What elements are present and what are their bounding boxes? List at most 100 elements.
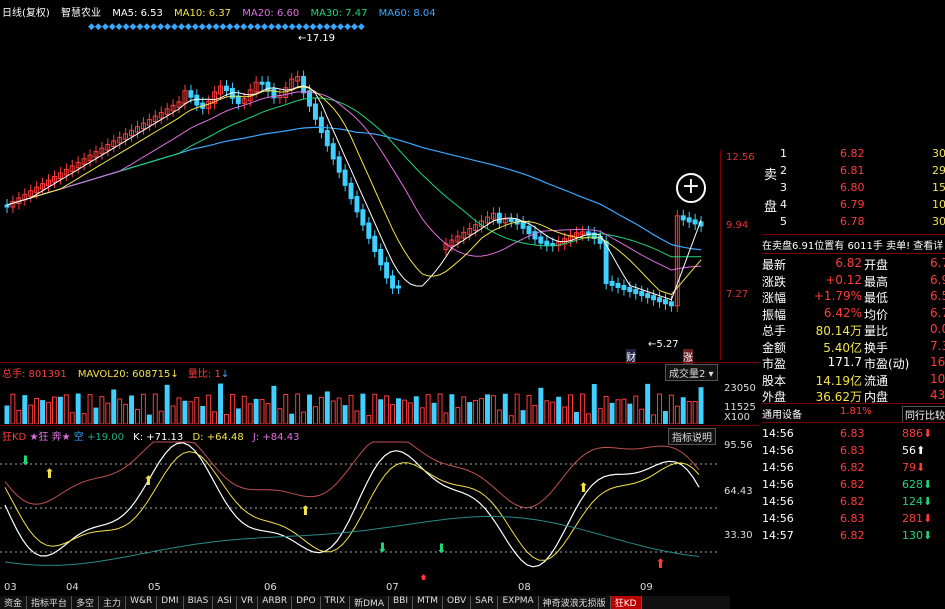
- candle-body: [312, 103, 318, 120]
- order-book-row[interactable]: 1 6.82 30: [762, 147, 945, 163]
- volume-bar: [437, 393, 443, 424]
- volume-bar: [413, 396, 419, 424]
- volume-bar: [87, 394, 93, 424]
- ma60-line: [6, 126, 702, 251]
- quote-label: 换手: [864, 340, 889, 355]
- volume-indicator-dropdown[interactable]: 成交量2 ▾: [665, 364, 718, 381]
- tick-volume: 56⬆: [902, 444, 926, 457]
- indicator-tab[interactable]: SAR: [471, 596, 499, 609]
- quote-value: 43.5: [930, 388, 945, 402]
- volume-bar: [57, 396, 63, 424]
- quote-label: 最低: [864, 291, 889, 305]
- volume-bar: [621, 398, 627, 424]
- order-book-row[interactable]: 4 6.79 10: [762, 198, 945, 214]
- volume-bar: [520, 410, 526, 424]
- zoom-plus-icon[interactable]: +: [676, 173, 706, 203]
- volume-bar: [63, 394, 69, 424]
- kd-chart[interactable]: ⬇ ⬆ ⬆ ⬆ ⬇ ⬇ ⬆ ⬆ ⬆: [0, 440, 720, 580]
- volume-bar: [609, 402, 615, 424]
- volume-bar: [657, 393, 662, 424]
- indicator-tab[interactable]: 神奇波浪无损版: [539, 596, 611, 609]
- order-price: 6.78: [840, 215, 865, 228]
- quote-label: 涨跌: [762, 274, 787, 289]
- indicator-tab[interactable]: DPO: [292, 596, 321, 609]
- order-book-row[interactable]: 5 6.78 30: [762, 215, 945, 231]
- order-book-row[interactable]: 2 6.81 29: [762, 164, 945, 180]
- volume-bar: [28, 404, 34, 424]
- volume-bar: [674, 405, 680, 424]
- volume-bar: [235, 408, 241, 424]
- indicator-tab[interactable]: ARBR: [258, 596, 293, 609]
- candle-body: [668, 301, 674, 307]
- candle-body: [265, 81, 271, 92]
- volume-bar: [449, 394, 455, 424]
- sector-name: 通用设备: [762, 410, 802, 421]
- candle-body: [378, 248, 384, 266]
- indicator-tab[interactable]: VR: [237, 596, 259, 609]
- quote-value: 14.19亿: [815, 373, 862, 388]
- direction-icon: ⬇: [916, 461, 926, 474]
- direction-icon: ⬆: [916, 444, 926, 457]
- candle-body: [4, 204, 10, 208]
- candle-body: [396, 285, 401, 289]
- volume-bar: [111, 389, 117, 424]
- low-price-annotation: ←5.27: [648, 339, 679, 350]
- volume-bar: [117, 398, 123, 424]
- chart-area[interactable]: 日线(复权) 智慧农业 MA5: 6.53 MA10: 6.37 MA20: 6…: [0, 0, 760, 609]
- order-book-row[interactable]: 3 6.80 15: [762, 181, 945, 197]
- indicator-tab[interactable]: ASI: [213, 596, 237, 609]
- indicator-tab[interactable]: 资金: [0, 596, 28, 609]
- indicator-tab[interactable]: W&R: [126, 596, 158, 609]
- period-label[interactable]: 日线(复权): [2, 8, 50, 19]
- tick-volume: 124⬇: [902, 495, 933, 508]
- order-volume: 15: [932, 181, 945, 194]
- order-note[interactable]: 在卖盘6.91位置有 6011手 卖单! 查看详: [762, 237, 945, 253]
- indicator-tab[interactable]: 多空: [72, 596, 100, 609]
- quote-value: 0.0: [930, 322, 945, 336]
- candle-body: [645, 293, 651, 299]
- panel-separator: [0, 425, 760, 426]
- candle-body: [360, 209, 366, 226]
- order-volume: 30: [932, 215, 945, 228]
- quote-label: 市盈: [762, 357, 787, 371]
- quote-value: 16: [930, 355, 945, 369]
- candle-body: [538, 236, 544, 244]
- quote-row: 金额 5.40亿 换手 7.3: [762, 339, 945, 355]
- candle-body: [336, 156, 342, 173]
- volume-bar: [556, 396, 562, 424]
- indicator-tab[interactable]: 狂KD: [610, 596, 642, 609]
- stock-name: 智慧农业: [61, 8, 101, 19]
- candle-body: [318, 116, 324, 133]
- volume-chart[interactable]: [0, 380, 720, 424]
- candle-body: [390, 275, 396, 289]
- candlestick-chart[interactable]: [0, 30, 720, 360]
- candle-body: [621, 284, 627, 291]
- indicator-tab[interactable]: 主力: [99, 596, 127, 609]
- quote-label: 市盈(动): [864, 357, 910, 371]
- indicator-tab[interactable]: 新DMA: [350, 596, 389, 609]
- month-label: 03: [4, 582, 17, 593]
- indicator-tab[interactable]: 指标平台: [27, 596, 73, 609]
- tick-volume: 281⬇: [902, 512, 933, 525]
- indicator-tab[interactable]: BIAS: [184, 596, 214, 609]
- volume-bars-group: [4, 383, 704, 424]
- indicator-tab[interactable]: TRIX: [321, 596, 351, 609]
- indicator-tab[interactable]: BBI: [389, 596, 413, 609]
- indicator-tab[interactable]: DMI: [157, 596, 184, 609]
- quote-row: 最新 6.82 开盘 6.7: [762, 256, 945, 272]
- sector-row[interactable]: 通用设备 1.81% 同行比较: [762, 406, 945, 423]
- peer-compare-button[interactable]: 同行比较: [902, 406, 945, 423]
- kd-signal-arrow: ⬆: [300, 504, 311, 519]
- indicator-tab[interactable]: OBV: [443, 596, 472, 609]
- tick-price: 6.83: [840, 512, 865, 525]
- volume-bar: [307, 394, 312, 424]
- candle-body: [633, 289, 639, 295]
- indicator-tab[interactable]: EXPMA: [498, 596, 539, 609]
- quote-value: 6.7: [930, 305, 945, 320]
- volume-bar: [247, 403, 253, 424]
- quote-value: 6.82: [835, 256, 862, 270]
- volume-bar: [443, 412, 449, 424]
- indicator-tab[interactable]: MTM: [413, 596, 444, 609]
- tick-row: 14:56 6.83 56⬆: [762, 444, 945, 460]
- volume-bar: [140, 393, 146, 424]
